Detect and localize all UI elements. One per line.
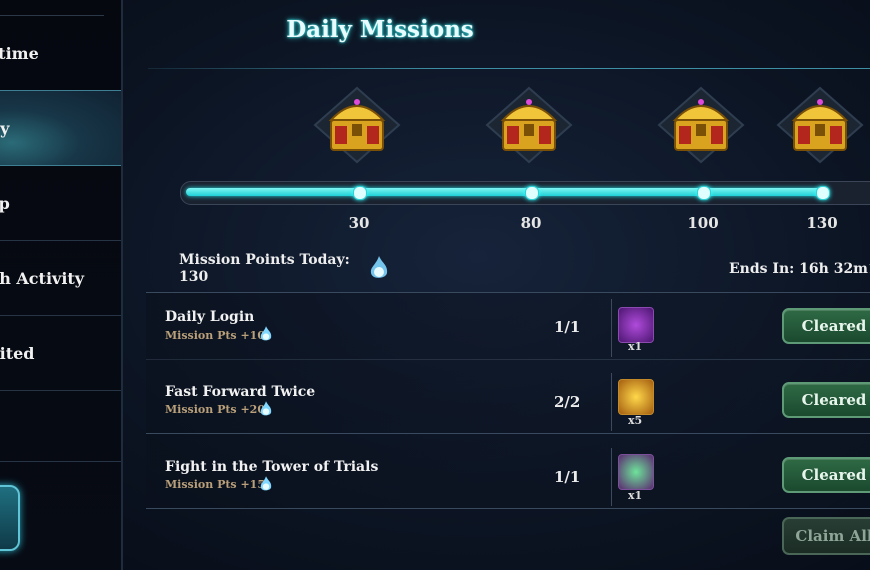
ends-in-timer: Ends In: 16h 32m12 xyxy=(729,261,870,277)
purple-gem-icon[interactable] xyxy=(618,307,654,343)
sidebar-item-high-activity[interactable]: gh Activity xyxy=(0,241,121,316)
milestone-node xyxy=(697,186,711,200)
mission-name: Daily Login xyxy=(165,309,255,325)
mission-progress: 1/1 xyxy=(554,318,581,336)
milestone-node xyxy=(353,186,367,200)
reward-count: x1 xyxy=(628,489,643,502)
sidebar-item-limited[interactable]: nited xyxy=(0,316,121,391)
sidebar-item-label: nited xyxy=(0,343,35,363)
reward-chest-30[interactable] xyxy=(311,86,403,164)
mission-progress-fill xyxy=(186,188,822,196)
gold-crystal-icon[interactable] xyxy=(618,379,654,415)
reward-chest-130[interactable] xyxy=(774,86,866,164)
reward-count: x5 xyxy=(628,414,643,427)
milestone-label: 30 xyxy=(348,214,370,232)
mission-points-value: 130 xyxy=(179,269,209,285)
sidebar-divider xyxy=(0,461,121,462)
treasure-chest-icon xyxy=(657,86,745,164)
cleared-button[interactable]: Cleared xyxy=(782,382,870,418)
reward-count: x1 xyxy=(628,340,643,353)
mission-progress: 2/2 xyxy=(554,393,581,411)
mission-row: Daily Login Mission Pts +10 1/1 x1 Clear… xyxy=(146,292,870,360)
sidebar: etime ily op gh Activity nited xyxy=(0,0,123,570)
reward-chest-100[interactable] xyxy=(655,86,747,164)
milestone-node xyxy=(525,186,539,200)
cleared-button[interactable]: Cleared xyxy=(782,457,870,493)
mission-point-flame-icon xyxy=(260,326,272,341)
sidebar-item-label: etime xyxy=(0,43,39,63)
reward-chest-80[interactable] xyxy=(483,86,575,164)
mission-point-flame-icon xyxy=(260,476,272,491)
row-divider xyxy=(611,373,612,431)
mission-points: Mission Pts +20 xyxy=(165,403,265,416)
sidebar-item-lifetime[interactable]: etime xyxy=(0,16,121,91)
milestone-node xyxy=(816,186,830,200)
mission-points: Mission Pts +15 xyxy=(165,478,265,491)
sidebar-item-shop[interactable]: op xyxy=(0,166,121,241)
sidebar-action-button[interactable] xyxy=(0,485,20,551)
milestone-label: 80 xyxy=(520,214,542,232)
mission-point-flame-icon xyxy=(260,401,272,416)
sidebar-item-label: gh Activity xyxy=(0,268,85,288)
mission-row: Fast Forward Twice Mission Pts +20 2/2 x… xyxy=(146,359,870,434)
green-potion-icon[interactable] xyxy=(618,454,654,490)
milestone-label: 100 xyxy=(687,214,719,232)
sidebar-item-daily[interactable]: ily xyxy=(0,90,121,166)
row-divider xyxy=(611,448,612,506)
claim-all-button[interactable]: Claim All xyxy=(782,517,870,555)
mission-name: Fast Forward Twice xyxy=(165,384,316,400)
mission-name: Fight in the Tower of Trials xyxy=(165,459,379,475)
page-title: Daily Missions xyxy=(286,16,474,43)
mission-row: Fight in the Tower of Trials Mission Pts… xyxy=(146,434,870,509)
sidebar-item-label: ily xyxy=(0,118,10,138)
mission-progress: 1/1 xyxy=(554,468,581,486)
treasure-chest-icon xyxy=(776,86,864,164)
milestone-label: 130 xyxy=(806,214,838,232)
mission-points: Mission Pts +10 xyxy=(165,329,265,342)
mission-points-label: Mission Points Today: xyxy=(179,252,350,268)
row-divider xyxy=(611,299,612,357)
treasure-chest-icon xyxy=(485,86,573,164)
title-divider xyxy=(148,68,870,69)
mission-point-flame-icon xyxy=(370,256,388,278)
cleared-button[interactable]: Cleared xyxy=(782,308,870,344)
sidebar-item-label: op xyxy=(0,193,10,213)
treasure-chest-icon xyxy=(313,86,401,164)
